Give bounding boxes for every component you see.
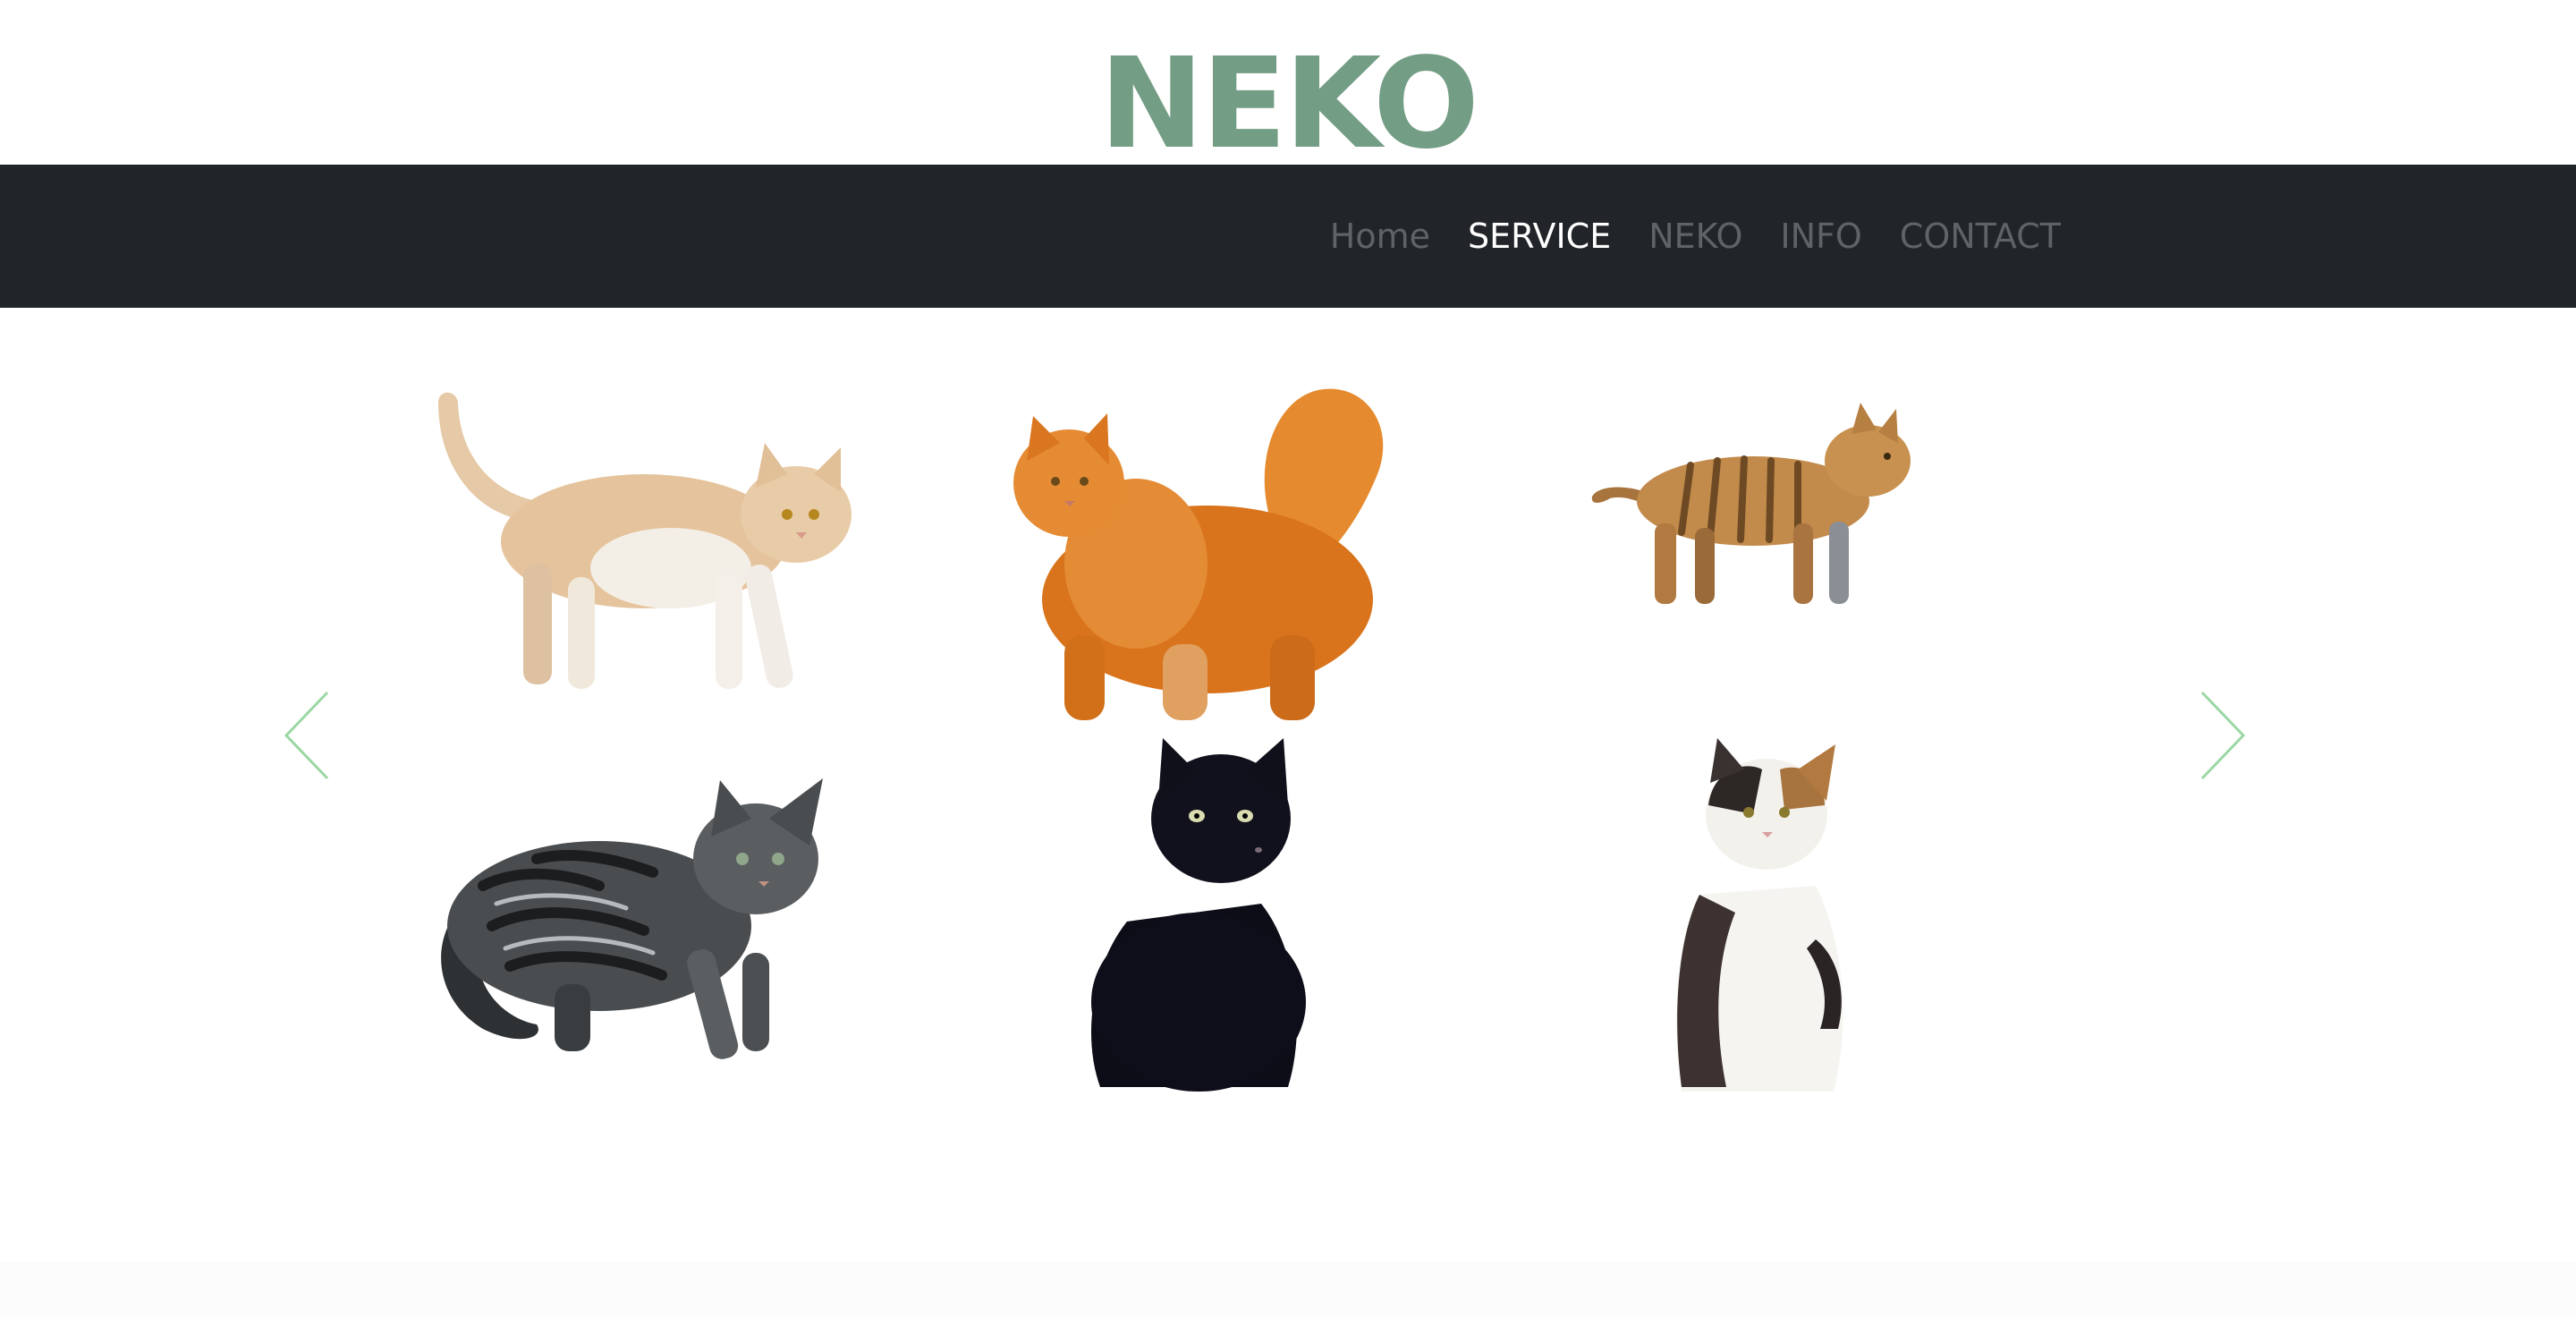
cat-image-silver-tabby[interactable] [441, 778, 823, 1062]
carousel-next-button[interactable] [2195, 689, 2249, 782]
cat-image-cream-tabby[interactable] [420, 385, 868, 716]
cat-image-orange-longhair[interactable] [1013, 388, 1384, 720]
main-navbar: Home SERVICE NEKO INFO CONTACT [0, 165, 2576, 308]
chevron-left-icon [284, 691, 329, 780]
nav-item-service[interactable]: SERVICE [1468, 217, 1611, 256]
cat-image-black[interactable] [1091, 738, 1306, 1092]
cat-image-calico[interactable] [1676, 738, 1843, 1092]
nav-menu: Home SERVICE NEKO INFO CONTACT [1330, 165, 2061, 308]
page-footer-area [0, 1262, 2576, 1317]
nav-item-info[interactable]: INFO [1780, 217, 1861, 256]
nav-item-contact[interactable]: CONTACT [1900, 217, 2061, 256]
cat-image-striped-tabby[interactable] [1591, 403, 1911, 604]
nav-item-home[interactable]: Home [1330, 217, 1430, 256]
chevron-right-icon [2200, 691, 2246, 780]
nav-item-neko[interactable]: NEKO [1648, 217, 1742, 256]
site-logo[interactable]: NEKO [0, 38, 2576, 172]
carousel-prev-button[interactable] [281, 689, 335, 782]
